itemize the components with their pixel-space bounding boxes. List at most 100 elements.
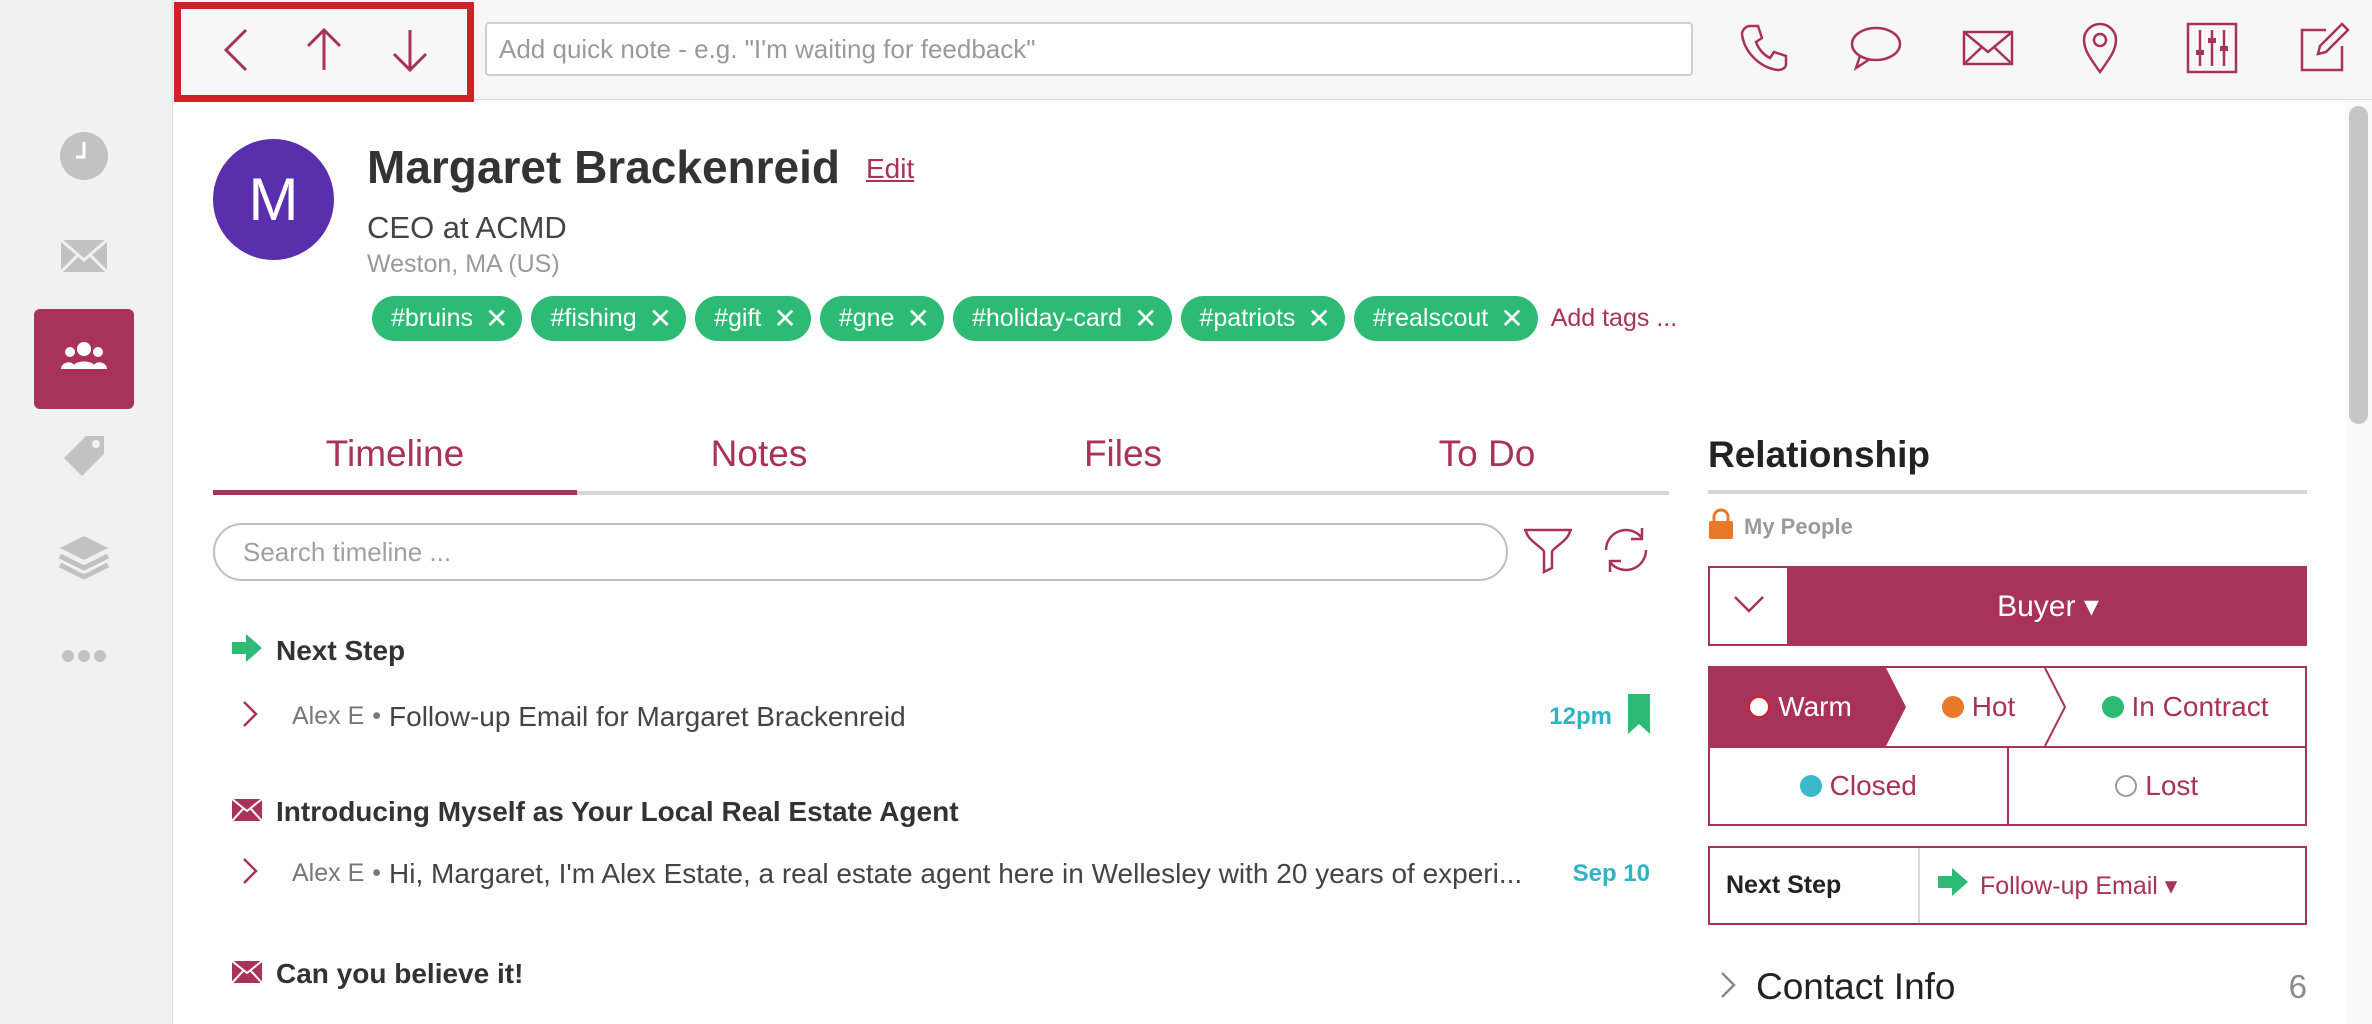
filter-button[interactable] — [1518, 522, 1578, 582]
arrow-right-icon — [1938, 868, 1968, 903]
move-up-button[interactable] — [294, 22, 354, 82]
remove-tag-icon[interactable]: ✕ — [773, 304, 796, 333]
recent-nav-button[interactable] — [34, 108, 134, 208]
refresh-button[interactable] — [1596, 522, 1656, 582]
timeline-date: Sep 10 — [1572, 859, 1650, 887]
tag-chip[interactable]: #bruins ✕ — [372, 296, 523, 341]
tab-todo[interactable]: To Do — [1305, 425, 1669, 491]
tab-files[interactable]: Files — [941, 425, 1305, 491]
arrow-right-icon — [232, 634, 262, 667]
map-button[interactable] — [2070, 20, 2130, 80]
bookmark-icon[interactable] — [1628, 694, 1650, 739]
add-tags-link[interactable]: Add tags ... — [1551, 304, 1677, 333]
mail-nav-button[interactable] — [34, 208, 134, 308]
remove-tag-icon[interactable]: ✕ — [485, 304, 508, 333]
remove-tag-icon[interactable]: ✕ — [1307, 304, 1330, 333]
call-button[interactable] — [1734, 20, 1794, 80]
clock-icon — [56, 128, 112, 189]
tag-chip[interactable]: #patriots ✕ — [1180, 296, 1345, 341]
tag-chip[interactable]: #realscout ✕ — [1353, 296, 1538, 341]
email-button[interactable] — [1958, 20, 2018, 80]
stage-lost[interactable]: Lost — [2006, 748, 2306, 824]
tag-chip[interactable]: #fishing ✕ — [531, 296, 687, 341]
people-icon — [56, 329, 112, 390]
tab-timeline[interactable]: Timeline — [213, 425, 577, 495]
timeline-section-header: Can you believe it! — [231, 958, 523, 990]
tag-label: #patriots — [1199, 304, 1296, 332]
status-dot-icon — [1799, 775, 1822, 797]
timeline-search-input[interactable] — [213, 523, 1508, 581]
timeline-item[interactable]: Alex E • Follow-up Email for Margaret Br… — [240, 694, 1650, 739]
edit-contact-link[interactable]: Edit — [866, 153, 914, 185]
stage-in-contract[interactable]: In Contract — [2065, 668, 2305, 746]
location-icon — [2072, 20, 2128, 81]
timeline-section-header: Next Step — [232, 634, 405, 667]
timeline-time: 12pm — [1549, 702, 1612, 730]
collapse-toggle[interactable] — [1708, 566, 1789, 646]
move-down-button[interactable] — [380, 22, 440, 82]
layers-icon — [56, 528, 112, 589]
chevron-right-icon[interactable] — [240, 699, 270, 734]
compose-icon — [2296, 20, 2352, 81]
pipeline-stages: Warm Hot In Contract Closed Lost — [1708, 666, 2307, 826]
contact-info-title: Contact Info — [1756, 966, 1956, 1007]
quick-note-input[interactable] — [485, 22, 1693, 76]
compose-button[interactable] — [2294, 20, 2354, 80]
relationship-type-dropdown[interactable]: Buyer ▾ — [1789, 566, 2307, 646]
status-dot-icon — [1748, 696, 1771, 718]
avatar-initial: M — [248, 166, 299, 233]
group-name: My People — [1744, 514, 1853, 539]
contact-job-title: CEO at ACMD — [367, 210, 567, 245]
stage-closed[interactable]: Closed — [1710, 748, 2007, 824]
remove-tag-icon[interactable]: ✕ — [649, 304, 672, 333]
status-dot-icon — [2115, 775, 2138, 797]
scrollbar-thumb[interactable] — [2349, 106, 2368, 424]
stage-warm[interactable]: Warm — [1710, 668, 1890, 746]
remove-tag-icon[interactable]: ✕ — [1134, 304, 1157, 333]
envelope-icon — [231, 797, 263, 826]
next-step-dropdown[interactable]: Follow-up Email ▾ — [1920, 848, 2305, 923]
filter-icon — [1520, 522, 1576, 583]
more-nav-button[interactable] — [34, 608, 134, 708]
divider — [1708, 490, 2307, 494]
tag-label: #fishing — [550, 304, 637, 332]
next-step-value: Follow-up Email ▾ — [1980, 871, 2178, 900]
timeline-section-title: Introducing Myself as Your Local Real Es… — [276, 796, 959, 827]
tag-icon — [56, 428, 112, 489]
tag-label: #gne — [838, 304, 895, 332]
lock-icon — [1708, 508, 1734, 546]
timeline-item[interactable]: Alex E • Hi, Margaret, I'm Alex Estate, … — [240, 856, 1650, 891]
remove-tag-icon[interactable]: ✕ — [906, 304, 929, 333]
tag-label: #bruins — [391, 304, 473, 332]
timeline-section-title: Next Step — [276, 634, 406, 666]
message-button[interactable] — [1846, 20, 1906, 80]
tag-label: #realscout — [1372, 304, 1489, 332]
contact-info-section[interactable]: Contact Info 6 — [1718, 966, 2307, 1008]
tab-notes[interactable]: Notes — [577, 425, 941, 491]
stage-label: Closed — [1829, 770, 1917, 801]
stage-hot[interactable]: Hot — [1906, 668, 2051, 746]
chevron-right-icon[interactable] — [240, 856, 270, 891]
remove-tag-icon[interactable]: ✕ — [1500, 304, 1523, 333]
chat-icon — [1848, 20, 1904, 81]
more-icon — [56, 628, 112, 689]
stage-label: Hot — [1971, 691, 2016, 722]
avatar: M — [213, 139, 334, 260]
tags-nav-button[interactable] — [34, 408, 134, 508]
stage-label: Warm — [1778, 691, 1852, 722]
tag-chip[interactable]: #gne ✕ — [819, 296, 944, 341]
sliders-icon — [2184, 20, 2240, 81]
status-dot-icon — [2101, 696, 2124, 718]
envelope-icon — [231, 959, 263, 988]
previous-button[interactable] — [208, 22, 268, 82]
tag-chip[interactable]: #gift ✕ — [695, 296, 811, 341]
stage-label: In Contract — [2131, 691, 2269, 722]
settings-button[interactable] — [2182, 20, 2242, 80]
timeline-text: Follow-up Email for Margaret Brackenreid — [389, 700, 906, 732]
people-nav-button[interactable] — [34, 309, 134, 409]
tag-chip[interactable]: #holiday-card ✕ — [952, 296, 1172, 341]
tag-list: #bruins ✕ #fishing ✕ #gift ✕ #gne ✕ #holiday… — [372, 296, 1677, 341]
layers-nav-button[interactable] — [34, 508, 134, 608]
timeline-text: Hi, Margaret, I'm Alex Estate, a real es… — [389, 857, 1523, 889]
up-arrow-icon — [298, 24, 350, 81]
